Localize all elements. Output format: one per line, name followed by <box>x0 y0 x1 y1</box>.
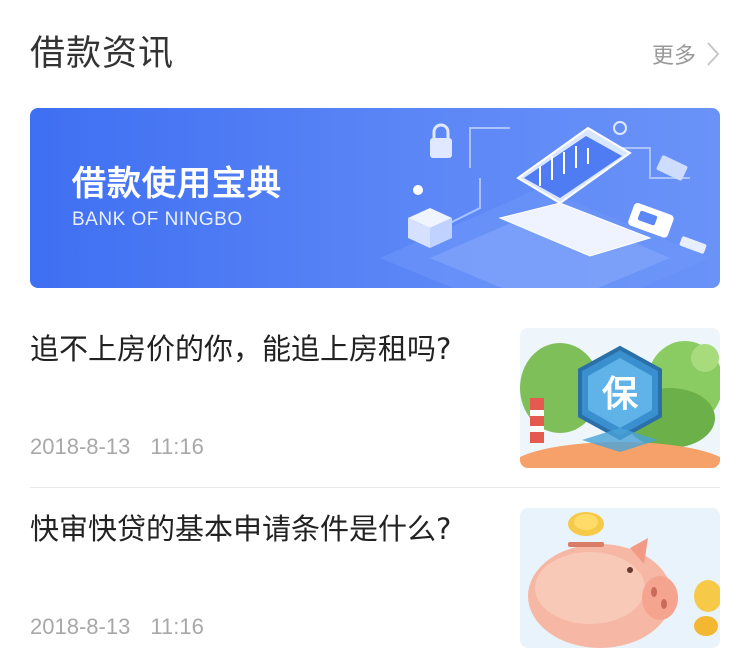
article-date: 2018-8-13 11:16 <box>30 434 204 459</box>
article-item[interactable]: 追不上房价的你，能追上房租吗? 2018-8-13 11:16 保 <box>30 328 720 468</box>
banner-title: 借款使用宝典 <box>72 164 282 204</box>
article-title: 追不上房价的你，能追上房租吗? <box>30 332 452 366</box>
thumbnail-badge: 保 <box>602 374 639 415</box>
article-item[interactable]: 快审快贷的基本申请条件是什么? 2018-8-13 11:16 <box>30 508 720 648</box>
chevron-right-icon <box>707 42 720 66</box>
more-link[interactable]: 更多 <box>652 36 720 72</box>
guide-banner[interactable]: 借款使用宝典 BANK OF NINGBO <box>30 108 720 288</box>
piggy-bank-icon <box>520 508 720 648</box>
article-date: 2018-8-13 11:16 <box>30 614 204 639</box>
section-header: 借款资讯 更多 <box>30 30 720 78</box>
insurance-shield-icon: 保 <box>520 328 720 468</box>
banner-subtitle: BANK OF NINGBO <box>72 209 243 230</box>
article-title: 快审快贷的基本申请条件是什么? <box>30 512 452 546</box>
more-label: 更多 <box>651 44 696 69</box>
divider <box>30 487 720 488</box>
laptop-illustration <box>380 121 710 288</box>
section-title: 借款资讯 <box>30 34 175 74</box>
